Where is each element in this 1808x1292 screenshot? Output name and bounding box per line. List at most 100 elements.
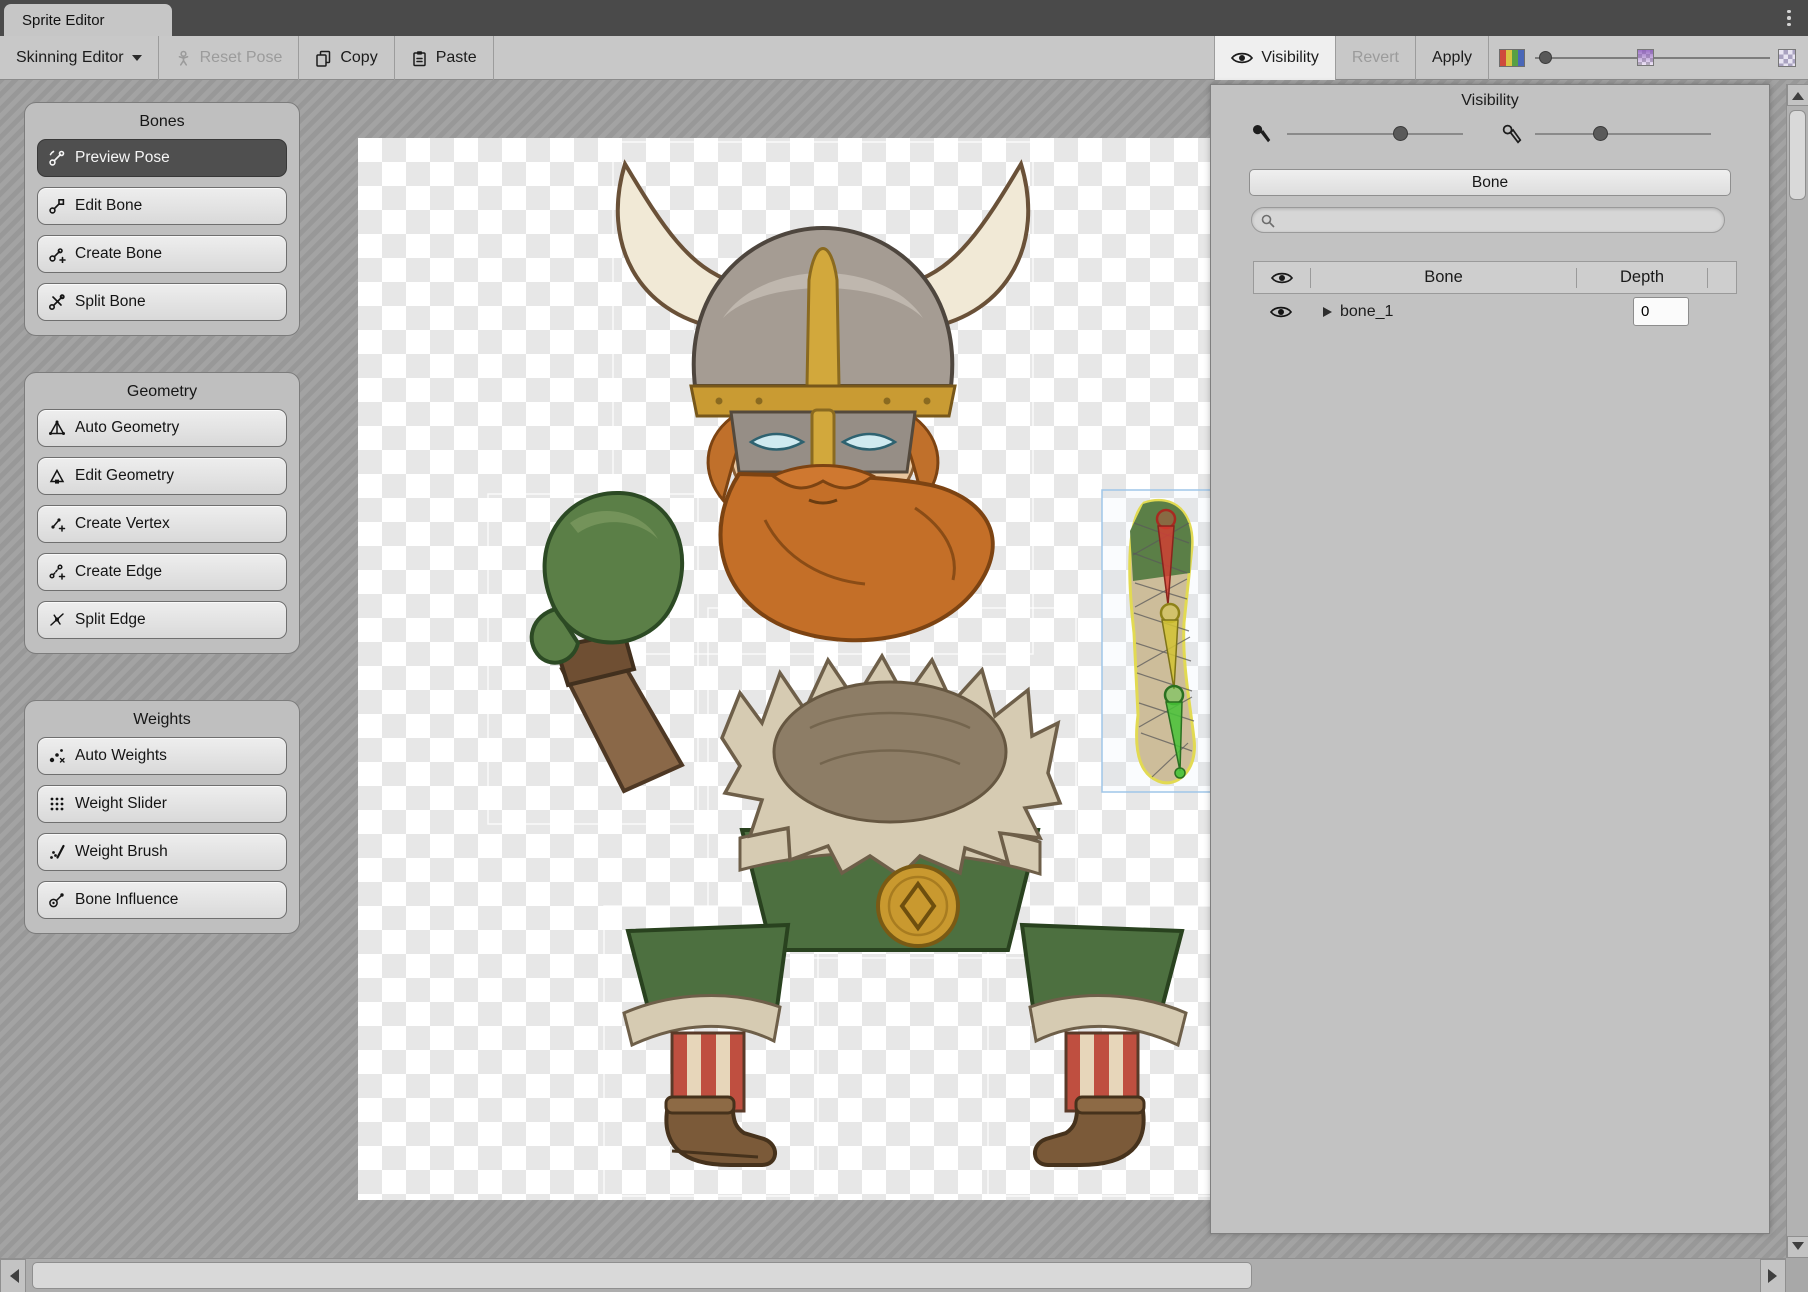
split-bone-label: Split Bone <box>75 293 146 311</box>
bone-opacity-handle[interactable] <box>1393 126 1408 141</box>
mesh-opacity-track[interactable] <box>1535 133 1711 135</box>
visibility-panel-title: Visibility <box>1211 92 1769 110</box>
weight-slider-icon <box>48 795 66 813</box>
viking-glove-sprite[interactable] <box>532 493 682 791</box>
viking-torso-sprite[interactable] <box>722 656 1060 950</box>
weight-slider-button[interactable]: Weight Slider <box>37 785 287 823</box>
search-input[interactable] <box>1280 209 1714 231</box>
bone-table-row[interactable]: bone_1 <box>1253 294 1737 330</box>
sprite-editor-window: Sprite Editor Skinning Editor Reset Pose <box>0 0 1808 1292</box>
visibility-column-eye-icon[interactable] <box>1254 271 1310 285</box>
reset-pose-icon <box>175 50 192 67</box>
create-bone-label: Create Bone <box>75 245 162 263</box>
create-edge-label: Create Edge <box>75 563 162 581</box>
geometry-group: Geometry Auto Geometry Edit Geometry Cre… <box>24 372 300 654</box>
horizontal-scrollbar[interactable] <box>0 1258 1786 1292</box>
bone-influence-button[interactable]: Bone Influence <box>37 881 287 919</box>
foldout-triangle-icon[interactable] <box>1323 307 1332 317</box>
depth-input[interactable] <box>1633 297 1689 326</box>
revert-button[interactable]: Revert <box>1336 36 1415 80</box>
auto-weights-label: Auto Weights <box>75 747 167 765</box>
auto-geometry-button[interactable]: Auto Geometry <box>37 409 287 447</box>
vertical-scrollbar[interactable] <box>1786 84 1808 1258</box>
create-vertex-label: Create Vertex <box>75 515 170 533</box>
row-visibility-eye-icon[interactable] <box>1253 305 1309 319</box>
window-menu-icon[interactable] <box>1778 7 1800 29</box>
preview-pose-label: Preview Pose <box>75 149 170 167</box>
sprite-editor-tab-label: Sprite Editor <box>22 12 105 29</box>
mode-dropdown[interactable]: Skinning Editor <box>0 36 158 80</box>
paste-label: Paste <box>436 49 477 67</box>
visibility-toggle-label: Visibility <box>1261 49 1319 67</box>
geometry-group-title: Geometry <box>37 381 287 409</box>
edit-bone-icon <box>48 197 66 215</box>
create-vertex-button[interactable]: Create Vertex <box>37 505 287 543</box>
visibility-toggle-button[interactable]: Visibility <box>1214 36 1336 80</box>
auto-weights-button[interactable]: Auto Weights <box>37 737 287 775</box>
weights-group: Weights Auto Weights Weight Slider Weigh… <box>24 700 300 934</box>
revert-label: Revert <box>1352 49 1399 67</box>
edit-geometry-label: Edit Geometry <box>75 467 174 485</box>
bone-search-field[interactable] <box>1251 207 1725 233</box>
preview-pose-button[interactable]: Preview Pose <box>37 139 287 177</box>
preview-pose-icon <box>48 149 66 167</box>
edit-bone-button[interactable]: Edit Bone <box>37 187 287 225</box>
color-swatch-button[interactable] <box>1499 49 1525 67</box>
search-icon <box>1260 213 1276 229</box>
opacity-slider[interactable] <box>1535 36 1770 80</box>
viking-right-leg-sprite[interactable] <box>1022 925 1186 1165</box>
split-edge-button[interactable]: Split Edge <box>37 601 287 639</box>
paste-button[interactable]: Paste <box>395 36 493 80</box>
create-edge-button[interactable]: Create Edge <box>37 553 287 591</box>
bone-tab-button[interactable]: Bone <box>1249 169 1731 196</box>
auto-geometry-label: Auto Geometry <box>75 419 179 437</box>
apply-label: Apply <box>1432 49 1472 67</box>
edit-bone-label: Edit Bone <box>75 197 142 215</box>
visibility-panel: Visibility Bone Bone Depth <box>1210 84 1770 1234</box>
weight-brush-button[interactable]: Weight Brush <box>37 833 287 871</box>
create-bone-button[interactable]: Create Bone <box>37 235 287 273</box>
window-tab-strip: Sprite Editor <box>0 0 1808 36</box>
toolbar: Skinning Editor Reset Pose Copy <box>0 36 1808 80</box>
scroll-down-button[interactable] <box>1787 1236 1808 1258</box>
create-edge-icon <box>48 563 66 581</box>
viking-arm-sprite-with-bones[interactable] <box>1130 500 1195 782</box>
create-bone-icon <box>48 245 66 263</box>
edit-geometry-icon <box>48 467 66 485</box>
pattern-thumbnail <box>1637 49 1654 66</box>
vertical-scroll-thumb[interactable] <box>1789 110 1806 200</box>
bones-group-title: Bones <box>37 111 287 139</box>
split-edge-label: Split Edge <box>75 611 146 629</box>
scroll-right-button[interactable] <box>1760 1259 1786 1292</box>
edit-geometry-button[interactable]: Edit Geometry <box>37 457 287 495</box>
weights-group-title: Weights <box>37 709 287 737</box>
reset-pose-button[interactable]: Reset Pose <box>159 36 299 80</box>
bone-opacity-track[interactable] <box>1287 133 1463 135</box>
split-bone-button[interactable]: Split Bone <box>37 283 287 321</box>
copy-button[interactable]: Copy <box>299 36 393 80</box>
auto-geometry-icon <box>48 419 66 437</box>
split-bone-icon <box>48 293 66 311</box>
horizontal-scroll-thumb[interactable] <box>32 1262 1252 1289</box>
mesh-opacity-handle[interactable] <box>1593 126 1608 141</box>
bone-table-header: Bone Depth <box>1253 261 1737 294</box>
depth-column-header: Depth <box>1577 268 1707 287</box>
copy-label: Copy <box>340 49 377 67</box>
weight-slider-label: Weight Slider <box>75 795 167 813</box>
viking-left-leg-sprite[interactable] <box>624 925 788 1165</box>
bone-influence-icon <box>48 891 66 909</box>
slider-handle[interactable] <box>1539 51 1552 64</box>
sprite-canvas[interactable] <box>358 138 1210 1200</box>
texture-swatch <box>1778 49 1796 67</box>
apply-button[interactable]: Apply <box>1416 36 1488 80</box>
mesh-opacity-icon <box>1501 123 1523 145</box>
toolbar-separator <box>1488 36 1489 80</box>
scroll-left-button[interactable] <box>0 1259 26 1292</box>
scroll-up-button[interactable] <box>1787 84 1808 106</box>
sprite-editor-tab[interactable]: Sprite Editor <box>4 4 172 36</box>
bone-opacity-icon <box>1251 123 1273 145</box>
paste-icon <box>411 50 428 67</box>
chevron-down-icon <box>132 55 142 66</box>
copy-icon <box>315 50 332 67</box>
scrollbar-corner <box>1786 1258 1808 1292</box>
